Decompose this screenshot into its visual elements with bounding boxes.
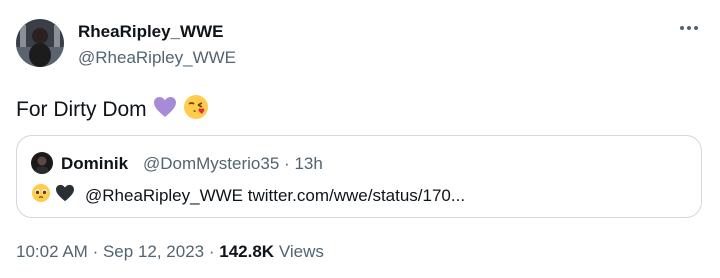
pleading-face-icon [31,183,51,208]
author-avatar[interactable] [16,19,64,67]
separator: · [208,242,215,261]
quoted-author-name[interactable]: Dominik [61,154,128,174]
views-label: Views [278,242,324,261]
quoted-tweet-card[interactable]: Dominik @DomMysterio35 · 13h @RheaRipley… [16,135,702,218]
quoted-author-handle[interactable]: @DomMysterio35 [143,154,279,173]
more-options-icon[interactable] [680,26,698,30]
purple-heart-icon [153,96,177,124]
tweet-time[interactable]: 10:02 AM [16,242,88,261]
tweet-text: For Dirty Dom [16,94,209,126]
views-count: 142.8K [219,242,275,261]
quoted-tweet-content: @RheaRipley_WWE twitter.com/wwe/status/1… [85,185,466,205]
kissing-face-with-heart-icon [183,94,209,126]
black-heart-icon [55,184,75,207]
quoted-time[interactable]: 13h [294,154,322,173]
separator: · [284,154,290,173]
separator: · [92,242,99,261]
author-handle[interactable]: @RheaRipley_WWE [78,48,236,68]
tweet-text-content: For Dirty Dom [16,98,147,121]
tweet-date[interactable]: Sep 12, 2023 [103,242,204,261]
quoted-author-handle-time: @DomMysterio35 · 13h [143,154,323,174]
author-name[interactable]: RheaRipley_WWE [78,22,223,42]
quoted-tweet-text: @RheaRipley_WWE twitter.com/wwe/status/1… [31,183,465,208]
tweet-meta: 10:02 AM · Sep 12, 2023 · 142.8K Views [16,242,324,262]
quoted-author-avatar[interactable] [31,152,53,174]
